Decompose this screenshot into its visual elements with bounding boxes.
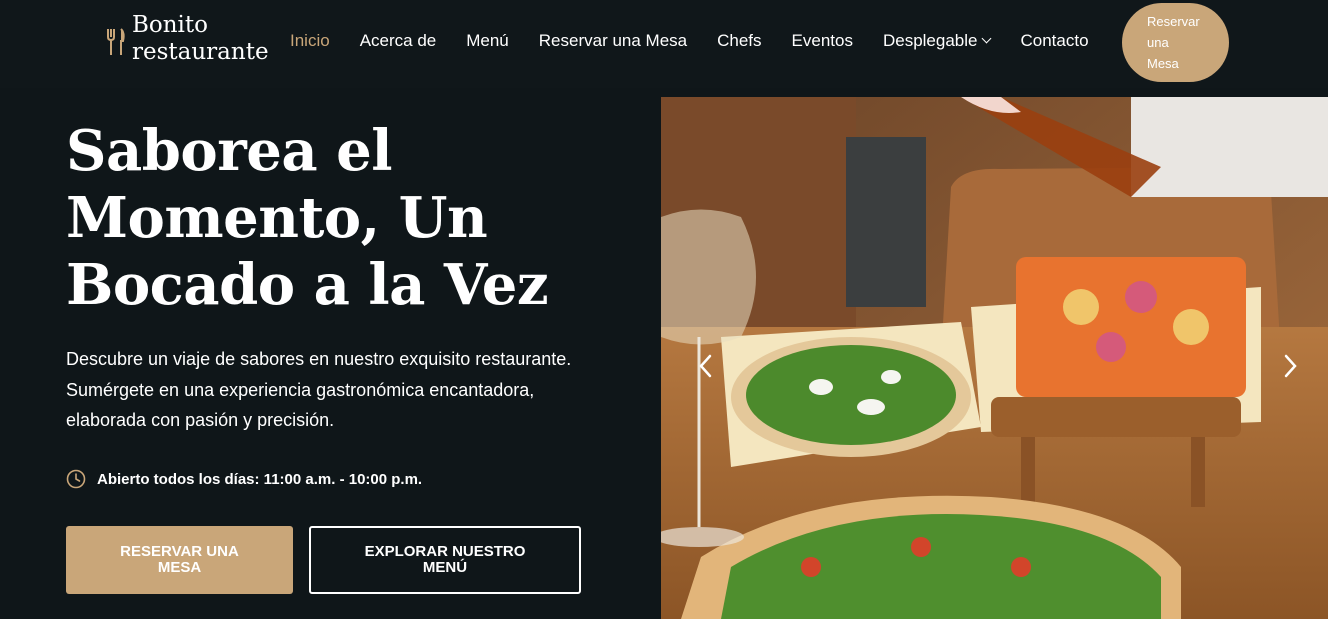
cta-line-1: Reservar: [1147, 14, 1200, 29]
hero-desc-line-1: Descubre un viaje de sabores en nuestro …: [66, 349, 572, 369]
hero-desc-line-2: Sumérgete en una experiencia gastronómic…: [66, 379, 535, 400]
hero-title: Saborea el Momento, Un Bocado a la Vez: [66, 118, 626, 319]
nav-item-reservar-mesa[interactable]: Reservar una Mesa: [539, 31, 687, 51]
logo[interactable]: Bonito restaurante: [106, 12, 269, 66]
explore-menu-button[interactable]: Explorar Nuestro Menú: [309, 526, 581, 594]
reserve-table-button[interactable]: Reservar una Mesa: [66, 526, 293, 594]
slider-next-button[interactable]: [1278, 352, 1302, 380]
logo-line-1: Bonito: [132, 12, 209, 38]
logo-line-2: restaurante: [132, 39, 269, 65]
hero-desc-line-3: elaborada con pasión y precisión.: [66, 410, 335, 430]
nav-item-eventos[interactable]: Eventos: [792, 31, 853, 51]
site-header: Bonito restaurante Inicio Acerca de Menú…: [0, 0, 1328, 88]
hero-description: Descubre un viaje de sabores en nuestro …: [66, 344, 606, 436]
slider-prev-button[interactable]: [694, 352, 718, 380]
opening-hours: Abierto todos los días: 11:00 a.m. - 10:…: [66, 469, 422, 489]
hero-title-line-1: Saborea el: [66, 118, 393, 184]
hero-title-line-2: Momento, Un: [66, 185, 488, 251]
fork-knife-icon: [107, 28, 125, 55]
hero-title-line-3: Bocado a la Vez: [66, 252, 549, 318]
nav-item-menu[interactable]: Menú: [466, 31, 509, 51]
nav-item-contacto[interactable]: Contacto: [1020, 31, 1088, 51]
opening-hours-text: Abierto todos los días: 11:00 a.m. - 10:…: [97, 470, 423, 488]
chevron-left-icon: [699, 354, 712, 378]
nav-item-acerca-de[interactable]: Acerca de: [360, 31, 437, 51]
main-nav: Inicio Acerca de Menú Reservar una Mesa …: [290, 31, 1089, 51]
food-photo: [661, 97, 1328, 619]
logo-text: Bonito restaurante: [132, 12, 269, 66]
clock-icon: [66, 469, 86, 489]
chevron-right-icon: [1284, 354, 1297, 378]
nav-item-inicio[interactable]: Inicio: [290, 31, 330, 51]
reserve-table-header-button[interactable]: Reservar una Mesa: [1122, 3, 1229, 82]
cta-line-2: una: [1147, 35, 1169, 50]
nav-item-desplegable-label: Desplegable: [882, 31, 978, 50]
hero-image-slider[interactable]: [661, 97, 1328, 619]
nav-item-chefs[interactable]: Chefs: [717, 31, 761, 51]
nav-item-desplegable[interactable]: Desplegable: [882, 31, 992, 51]
cta-line-3: Mesa: [1147, 56, 1179, 71]
chevron-down-icon: [982, 33, 992, 44]
